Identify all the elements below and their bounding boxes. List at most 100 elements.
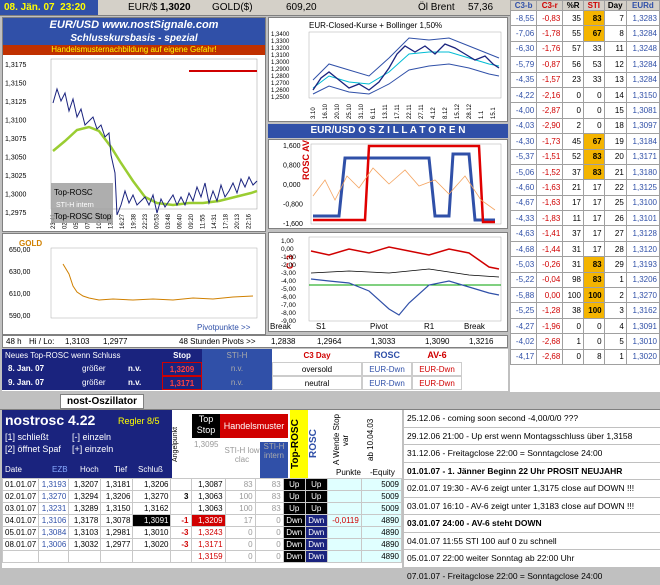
tick-label: 1,3200 bbox=[271, 46, 290, 52]
tick-label: 1,3075 bbox=[5, 136, 27, 143]
grid-row: -4,22-2,1600141,3150 bbox=[511, 87, 660, 102]
bt-angelpunkt bbox=[171, 551, 191, 563]
bt-sti-s: 0 bbox=[255, 527, 283, 539]
grid-cell: 1,3283 bbox=[626, 11, 659, 26]
grid-row: -4,60-1,632117221,3125 bbox=[511, 180, 660, 195]
opt-close[interactable]: [1] schließt bbox=[5, 432, 49, 442]
bt-sti-s: 83 bbox=[255, 491, 283, 503]
tick-label: 590,00 bbox=[9, 313, 31, 320]
signal-nv: n.v. bbox=[128, 376, 141, 390]
signal-rosc: EUR-Dwn bbox=[362, 376, 412, 390]
tick-label: 20:13 bbox=[235, 213, 241, 229]
grid-cell: -4,22 bbox=[511, 87, 537, 102]
grid-cell: 56 bbox=[563, 57, 584, 72]
tick-label: -7,00 bbox=[281, 302, 296, 309]
grid-cell: -4,33 bbox=[511, 211, 537, 226]
grid-cell: 37 bbox=[563, 226, 584, 241]
grid-cell: 1,3081 bbox=[626, 103, 659, 118]
grid-cell: 1,3184 bbox=[626, 134, 659, 149]
grid-cell: 67 bbox=[583, 134, 604, 149]
grid-col-head: Day bbox=[604, 1, 626, 11]
grid-cell: -0,26 bbox=[537, 257, 563, 272]
gold-panel: GOLD 650,00630,00610,00590,00 Pivotpunkt… bbox=[2, 233, 266, 335]
pivot-s1-label: S1 bbox=[316, 322, 326, 331]
tab-nost-oszillator[interactable]: nost-Oszillator bbox=[60, 394, 144, 409]
tick-label: 8.12 bbox=[443, 107, 449, 119]
tick-label: 4.12 bbox=[431, 107, 437, 119]
grid-cell: -8,55 bbox=[511, 11, 537, 26]
bt-trend: Dwn bbox=[283, 539, 305, 551]
grid-cell: 17 bbox=[583, 211, 604, 226]
grid-cell: 28 bbox=[604, 241, 626, 256]
risk-warning: Handelsmusternachbildung auf eigene Gefa… bbox=[3, 45, 265, 55]
grid-cell: -5,79 bbox=[511, 57, 537, 72]
grid-cell: 26 bbox=[604, 211, 626, 226]
oil-label: Öl Brent bbox=[418, 2, 455, 13]
signal-date: 9. Jan. 07 bbox=[8, 376, 44, 390]
tick-label: -4,00 bbox=[281, 278, 296, 285]
news-item: 03.01.07 16:10 - AV-6 zeigt unter 1,3183… bbox=[404, 498, 660, 516]
tick-label: 27.11 bbox=[419, 104, 425, 119]
bt-angelpunkt bbox=[171, 479, 191, 491]
grid-cell: -5,37 bbox=[511, 149, 537, 164]
grid-cell: 21 bbox=[563, 180, 584, 195]
grid-cell: 83 bbox=[583, 164, 604, 179]
grid-cell: 17 bbox=[563, 195, 584, 210]
grid-cell: -2,90 bbox=[537, 118, 563, 133]
signal-c3: oversold bbox=[272, 362, 362, 376]
backtest-header: nostrosc 4.22 Regler 8/5 [1] schließt [-… bbox=[2, 410, 172, 478]
grid-cell: -4,68 bbox=[511, 241, 537, 256]
grid-cell: 67 bbox=[583, 26, 604, 41]
tick-label: -2,00 bbox=[281, 262, 296, 269]
grid-cell: -5,25 bbox=[511, 303, 537, 318]
tick-label: 1,3000 bbox=[5, 192, 27, 199]
bt-tief: 1,2977 bbox=[101, 539, 133, 551]
bt-ezb: 1,3006 bbox=[39, 539, 69, 551]
tick-label: 1,3150 bbox=[5, 81, 27, 88]
opt-single-minus[interactable]: [-] einzeln bbox=[72, 432, 111, 442]
backtest-row: 08.01.07 1,3006 1,3032 1,2977 1,3020 -3 … bbox=[3, 539, 402, 551]
col-top-stop: Top Stop bbox=[192, 414, 220, 438]
legend-sti-h: STI-H intern bbox=[56, 202, 94, 209]
bt-date: 08.01.07 bbox=[3, 539, 39, 551]
col-angelpunkt: Angelpunkt bbox=[172, 410, 192, 478]
tick-label: 17:18 bbox=[224, 213, 230, 229]
hl-text: Hi / Lo: bbox=[29, 337, 54, 346]
pivot-break-high-label: Break bbox=[464, 322, 485, 331]
grid-cell: 17 bbox=[583, 241, 604, 256]
grid-cell: 0 bbox=[563, 87, 584, 102]
bt-equity: 4890 bbox=[361, 515, 401, 527]
signal-date: 8. Jan. 07 bbox=[8, 362, 44, 376]
grid-cell: -4,02 bbox=[511, 334, 537, 349]
tick-label: 15.1 bbox=[491, 107, 497, 119]
grid-col-head: C3-r bbox=[537, 1, 563, 11]
tick-label: 1,3000 bbox=[271, 60, 290, 66]
grid-cell: 83 bbox=[583, 257, 604, 272]
gold-label: GOLD($) bbox=[212, 2, 253, 13]
bt-hoch: 1,3289 bbox=[69, 503, 101, 515]
pivot-link[interactable]: Pivotpunkte >> bbox=[197, 323, 251, 332]
col-equity: -Equity bbox=[370, 468, 395, 477]
grid-cell: 100 bbox=[583, 303, 604, 318]
backtest-row: 04.01.07 1,3106 1,3178 1,3078 1,3091 -1 … bbox=[3, 515, 402, 527]
main-title: EUR/USD www.nostSignale.com bbox=[3, 18, 265, 32]
grid-cell: -0,83 bbox=[537, 11, 563, 26]
opt-single-plus[interactable]: [+] einzeln bbox=[72, 444, 113, 454]
grid-row: -5,37-1,515283201,3171 bbox=[511, 149, 660, 164]
bt-angelpunkt: 3 bbox=[171, 491, 191, 503]
bt-date: 02.01.07 bbox=[3, 491, 39, 503]
news-item: 29.12.06 21:00 - Up erst wenn Montagssch… bbox=[404, 428, 660, 446]
bt-date: 05.01.07 bbox=[3, 527, 39, 539]
grid-cell: 1,3100 bbox=[626, 195, 659, 210]
grid-cell: 55 bbox=[563, 26, 584, 41]
tick-label: 1,3025 bbox=[5, 173, 27, 180]
bt-tief: 1,3181 bbox=[101, 479, 133, 491]
signal-head-av6: AV-6 bbox=[412, 349, 462, 362]
grid-row: -4,33-1,831117261,3101 bbox=[511, 211, 660, 226]
opt-open[interactable]: [2] öffnet Spaf bbox=[5, 444, 61, 454]
grid-cell: 100 bbox=[583, 288, 604, 303]
bt-rosc: Up bbox=[305, 503, 327, 515]
legend-top-rosc: Top-ROSC bbox=[54, 188, 93, 197]
bt-punkte: -0,0119 bbox=[327, 515, 361, 527]
c3-blue-line bbox=[311, 279, 499, 315]
